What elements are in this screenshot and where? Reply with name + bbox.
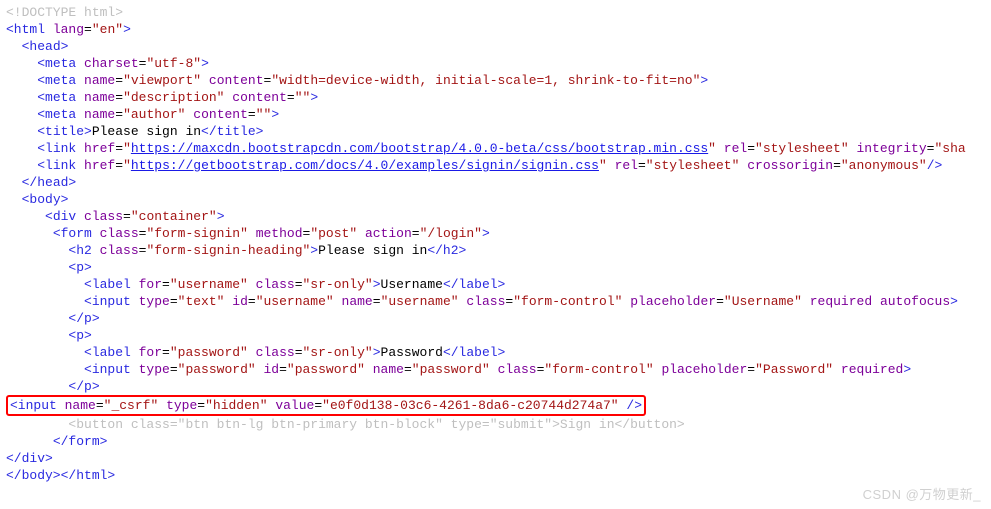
watermark: CSDN @万物更新_ — [863, 486, 981, 503]
tag-link: <link — [37, 141, 84, 156]
tag-meta: <meta — [37, 56, 84, 71]
link-url[interactable]: https://maxcdn.bootstrapcdn.com/bootstra… — [131, 141, 708, 156]
tag-html-close: </html> — [61, 468, 116, 483]
tag-label: <label — [84, 345, 139, 360]
tag-p-close: </p> — [68, 311, 99, 326]
tag-div-close: </div> — [6, 451, 53, 466]
tag-html-open: <html — [6, 22, 53, 37]
tag-p-close: </p> — [68, 379, 99, 394]
tag-p: <p> — [68, 328, 91, 343]
tag-link: <link — [37, 158, 84, 173]
tag-body-open: <body> — [22, 192, 69, 207]
tag-body-close: </body> — [6, 468, 61, 483]
tag-meta: <meta — [37, 73, 84, 88]
csrf-highlight: <input name="_csrf" type="hidden" value=… — [6, 395, 646, 416]
tag-form: <form — [53, 226, 100, 241]
tag-label: <label — [84, 277, 139, 292]
tag-meta: <meta — [37, 107, 84, 122]
tag-head-close: </head> — [22, 175, 77, 190]
tag-form-close: </form> — [53, 434, 108, 449]
link-url[interactable]: https://getbootstrap.com/docs/4.0/exampl… — [131, 158, 599, 173]
doctype: <!DOCTYPE html> — [6, 5, 123, 20]
tag-input-csrf: <input — [10, 398, 65, 413]
tag-meta: <meta — [37, 90, 84, 105]
tag-h2: <h2 — [68, 243, 99, 258]
tag-input: <input — [84, 294, 139, 309]
tag-input: <input — [84, 362, 139, 377]
tag-p: <p> — [68, 260, 91, 275]
code-view: <!DOCTYPE html> <html lang="en"> <head> … — [6, 4, 985, 484]
tag-title: <title> — [37, 124, 92, 139]
tag-div: <div — [45, 209, 84, 224]
faded-button-line: <button class="btn btn-lg btn-primary bt… — [68, 417, 684, 432]
tag-head-open: <head> — [22, 39, 69, 54]
